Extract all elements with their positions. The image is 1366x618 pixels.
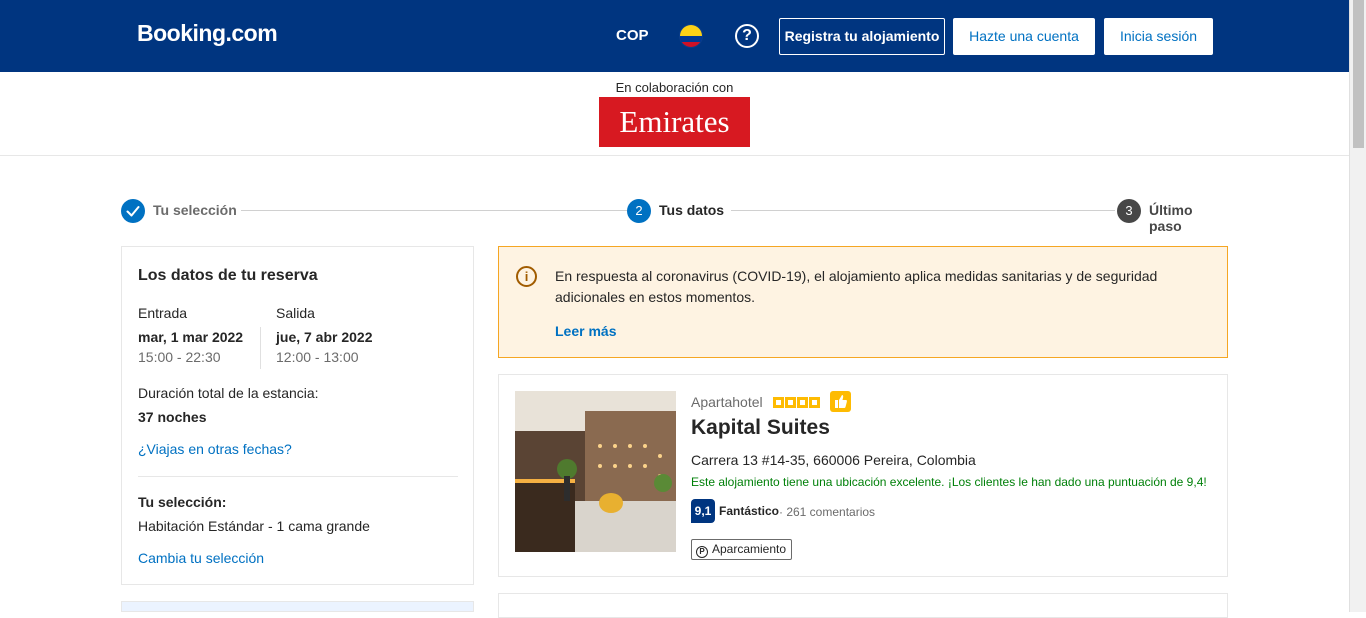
hotel-address: Carrera 13 #14-35, 660006 Pereira, Colom… [691, 452, 976, 468]
summary-title: Los datos de tu reserva [138, 267, 318, 284]
step-connector [731, 210, 1115, 211]
covid-text: En respuesta al coronavirus (COVID-19), … [555, 268, 1158, 305]
question-circle-icon[interactable]: ? [735, 24, 759, 48]
checkin-date: mar, 1 mar 2022 [138, 329, 244, 345]
review-score-word: Fantástico [719, 504, 780, 518]
checkout-date: jue, 7 abr 2022 [276, 329, 373, 345]
booking-logo[interactable]: Booking.com [137, 20, 278, 47]
hotel-type: Apartahotel [691, 394, 763, 410]
step-2-number: 2 [627, 199, 651, 223]
price-summary-card [121, 601, 474, 612]
star-icon [785, 397, 796, 408]
checkout-label: Salida [276, 305, 315, 321]
parking-icon: P [696, 546, 708, 558]
star-icon [809, 397, 820, 408]
read-more-link[interactable]: Leer más [555, 323, 616, 339]
currency-selector[interactable]: COP [616, 27, 649, 44]
partner-banner: En colaboración con Emirates [0, 72, 1349, 156]
star-icon [797, 397, 808, 408]
step-1-label: Tu selección [153, 202, 237, 218]
scrollbar-thumb[interactable] [1353, 0, 1364, 148]
review-score-badge: 9,1 [691, 499, 715, 523]
info-icon: i [516, 266, 537, 287]
other-dates-link[interactable]: ¿Viajas en otras fechas? [138, 441, 292, 457]
create-account-button[interactable]: Hazte una cuenta [953, 18, 1095, 55]
next-card [498, 593, 1228, 618]
checkin-time: 15:00 - 22:30 [138, 349, 221, 365]
step-connector [241, 210, 627, 211]
booking-summary-card: Los datos de tu reserva Entrada mar, 1 m… [121, 246, 474, 585]
review-count: · 261 comentarios [779, 505, 876, 519]
page-scrollbar[interactable] [1349, 0, 1366, 612]
login-button[interactable]: Inicia sesión [1104, 18, 1213, 55]
duration-label: Duración total de la estancia: [138, 385, 319, 401]
partner-label: En colaboración con [615, 80, 734, 95]
step-3-number: 3 [1117, 199, 1141, 223]
checkout-time: 12:00 - 13:00 [276, 349, 359, 365]
facility-badge: P Aparcamiento [691, 539, 793, 560]
selection-value: Habitación Estándar - 1 cama grande [138, 518, 370, 534]
progress-steps: Tu selección 2 Tus datos 3 Último paso [121, 199, 1228, 234]
colombia-flag-icon[interactable] [679, 24, 703, 48]
check-icon [121, 199, 145, 223]
step-2-label: Tus datos [659, 202, 725, 218]
date-divider [260, 327, 261, 369]
star-icon [773, 397, 784, 408]
change-selection-link[interactable]: Cambia tu selección [138, 550, 264, 566]
summary-divider [138, 476, 458, 477]
thumbs-up-icon[interactable] [830, 391, 851, 412]
facility-label: Aparcamiento [712, 542, 787, 556]
duration-value: 37 noches [138, 409, 207, 425]
location-note: Este alojamiento tiene una ubicación exc… [691, 475, 1207, 489]
hotel-name[interactable]: Kapital Suites [691, 416, 830, 440]
hotel-card: Apartahotel Kapital Suites Carrera 13 #1… [498, 374, 1228, 577]
star-rating [773, 395, 821, 413]
step-3-label: Último paso [1149, 202, 1193, 234]
register-property-button[interactable]: Registra tu alojamiento [779, 18, 945, 55]
covid-notice: i En respuesta al coronavirus (COVID-19)… [498, 246, 1228, 358]
top-header: Booking.com COP ? Registra tu alojamient… [0, 0, 1349, 72]
selection-label: Tu selección: [138, 494, 227, 510]
emirates-logo: Emirates [599, 97, 750, 147]
checkin-label: Entrada [138, 305, 188, 321]
hotel-photo [515, 391, 676, 552]
